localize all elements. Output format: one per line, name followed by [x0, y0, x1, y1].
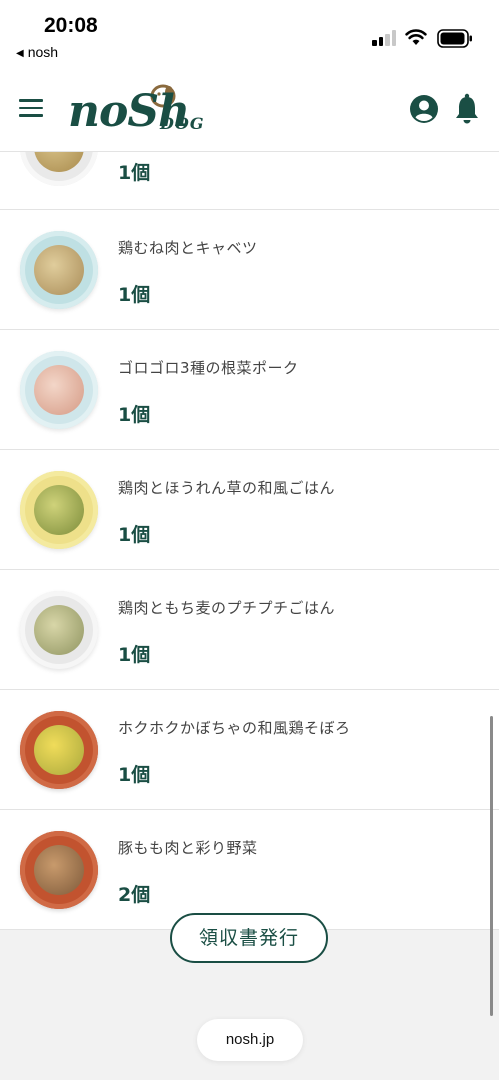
product-image [20, 831, 98, 909]
account-icon[interactable] [409, 94, 439, 124]
back-to-app-link[interactable]: ◀ nosh [16, 44, 58, 60]
cellular-signal-icon [372, 30, 398, 46]
nosh-dog-logo[interactable]: noSh DOG [68, 80, 208, 144]
product-image [20, 231, 98, 309]
list-item: 鶏肉とほうれん草の和風ごはん 1個 [0, 450, 499, 570]
status-time: 20:08 [44, 14, 98, 37]
item-name: 鶏むね肉とキャベツ [118, 239, 258, 257]
order-item-list: 1個 鶏むね肉とキャベツ 1個 ゴロゴロ3種の根菜ポーク 1個 鶏肉とほうれん草… [0, 152, 499, 930]
page: 20:08 ◀ nosh noSh DOG 1個 鶏むね肉とキャベツ 1個 ゴロ… [0, 0, 499, 1080]
battery-icon [437, 29, 472, 48]
list-item: ホクホクかぼちゃの和風鶏そぼろ 1個 [0, 690, 499, 810]
back-triangle-icon: ◀ [16, 48, 24, 59]
logo-subtitle: DOG [160, 114, 205, 133]
item-name: ゴロゴロ3種の根菜ポーク [118, 359, 299, 377]
menu-icon[interactable] [19, 99, 43, 117]
list-item: 1個 [0, 152, 499, 210]
issue-receipt-button[interactable]: 領収書発行 [170, 913, 328, 963]
list-item: ゴロゴロ3種の根菜ポーク 1個 [0, 330, 499, 450]
item-name: 豚もも肉と彩り野菜 [118, 839, 258, 857]
product-image [20, 711, 98, 789]
back-app-label: nosh [27, 44, 59, 60]
item-quantity: 1個 [118, 284, 151, 306]
item-name: ホクホクかぼちゃの和風鶏そぼろ [118, 719, 351, 737]
product-image [20, 471, 98, 549]
url-bar[interactable]: nosh.jp [197, 1019, 303, 1061]
list-item: 鶏むね肉とキャベツ 1個 [0, 210, 499, 330]
list-item: 豚もも肉と彩り野菜 2個 [0, 810, 499, 930]
item-quantity: 1個 [118, 764, 151, 786]
item-name: 鶏肉ともち麦のプチプチごはん [118, 599, 336, 617]
scrollbar[interactable] [490, 716, 493, 1016]
product-image [20, 351, 98, 429]
list-item: 鶏肉ともち麦のプチプチごはん 1個 [0, 570, 499, 690]
item-quantity: 1個 [118, 404, 151, 426]
item-name: 鶏肉とほうれん草の和風ごはん [118, 479, 336, 497]
item-quantity: 2個 [118, 884, 151, 906]
status-bar: 20:08 ◀ nosh [0, 0, 499, 70]
product-image [20, 591, 98, 669]
item-quantity: 1個 [118, 162, 151, 184]
app-header: noSh DOG [0, 70, 499, 152]
item-quantity: 1個 [118, 644, 151, 666]
item-quantity: 1個 [118, 524, 151, 546]
notification-bell-icon[interactable] [454, 93, 480, 125]
product-image [20, 152, 98, 186]
wifi-icon [405, 29, 427, 45]
